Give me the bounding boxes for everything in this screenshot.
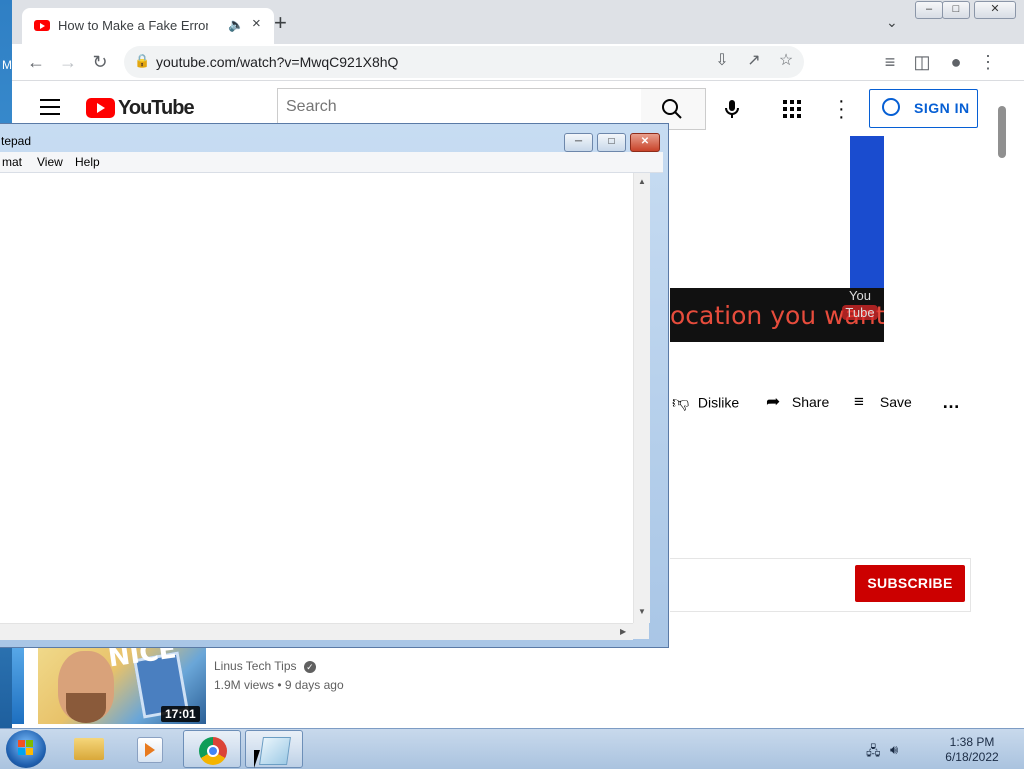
search-box[interactable] bbox=[277, 88, 643, 128]
save-label: Save bbox=[879, 394, 912, 410]
sign-in-button[interactable]: SIGN IN bbox=[869, 89, 978, 128]
star-icon[interactable]: ☆ bbox=[774, 50, 798, 70]
windows-flag-icon bbox=[18, 740, 34, 756]
youtube-watermark-icon: You Tube bbox=[842, 288, 878, 326]
hamburger-menu-icon[interactable] bbox=[40, 99, 60, 115]
chrome-icon bbox=[199, 737, 227, 765]
lock-icon[interactable]: 🔒 bbox=[134, 53, 150, 69]
upload-age: 9 days ago bbox=[284, 678, 344, 692]
menu-help[interactable]: Help bbox=[75, 155, 100, 169]
back-arrow-icon[interactable]: ← bbox=[24, 50, 48, 74]
verified-check-icon: ✓ bbox=[303, 661, 316, 673]
more-settings-icon[interactable]: · · · bbox=[838, 91, 845, 127]
network-icon[interactable]: 🖧︎ bbox=[866, 742, 881, 764]
share-page-icon[interactable]: ↗ bbox=[742, 50, 766, 70]
video-caption-bar: ocation you want You Tube bbox=[670, 288, 884, 342]
taskbar-explorer[interactable] bbox=[60, 730, 118, 768]
maximize-button[interactable]: □ bbox=[942, 1, 970, 19]
window-controls: – □ ✕ bbox=[915, 0, 1021, 19]
share-label: Share bbox=[791, 394, 830, 410]
video-player[interactable]: ocation you want You Tube bbox=[670, 136, 884, 342]
view-count: 1.9M views bbox=[214, 678, 275, 692]
save-button[interactable]: ≡ Save bbox=[854, 392, 912, 416]
tab-close-icon[interactable]: × bbox=[252, 15, 261, 32]
start-button[interactable] bbox=[6, 730, 46, 768]
account-icon bbox=[882, 98, 900, 116]
chrome-menu-icon[interactable]: ⋮ bbox=[976, 50, 1000, 74]
subscribe-button[interactable]: SUBSCRIBE bbox=[855, 565, 965, 602]
watermark-top: You bbox=[849, 288, 871, 303]
tab-strip: How to Make a Fake Error M 🔈 × + ⌄ – □ ✕ bbox=[12, 0, 1024, 44]
share-button[interactable]: ➦ Share bbox=[766, 392, 829, 416]
share-arrow-icon: ➦ bbox=[766, 392, 781, 411]
system-clock[interactable]: 1:38 PM 6/18/2022 bbox=[936, 735, 1008, 765]
install-icon[interactable]: ⇩ bbox=[710, 50, 734, 70]
tab-title: How to Make a Fake Error M bbox=[58, 18, 208, 33]
page-scrollbar-thumb[interactable] bbox=[998, 106, 1006, 158]
taskbar-chrome[interactable] bbox=[183, 730, 241, 768]
video-frame-light bbox=[670, 136, 850, 288]
playlist-add-icon: ≡ bbox=[854, 392, 864, 411]
sign-in-label: SIGN IN bbox=[914, 100, 970, 116]
youtube-logo-text: YouTube bbox=[118, 97, 195, 119]
new-tab-button[interactable]: + bbox=[274, 12, 287, 34]
meta-separator: • bbox=[277, 678, 285, 692]
reload-icon[interactable]: ↻ bbox=[88, 50, 112, 74]
left-thumb-strip bbox=[12, 647, 24, 724]
close-button[interactable]: ✕ bbox=[974, 1, 1016, 19]
forward-arrow-icon[interactable]: → bbox=[56, 50, 80, 74]
recommended-channel[interactable]: Linus Tech Tips ✓ bbox=[214, 659, 316, 673]
resize-grip-icon[interactable] bbox=[633, 623, 649, 639]
clock-date: 6/18/2022 bbox=[945, 750, 999, 764]
menu-view[interactable]: View bbox=[37, 155, 63, 169]
dislike-label: Dislike bbox=[697, 394, 740, 411]
browser-toolbar: ← → ↻ 🔒 youtube.com/watch?v=MwqC921X8hQ … bbox=[12, 44, 1024, 81]
profile-avatar-icon[interactable]: ● bbox=[944, 50, 968, 74]
youtube-favicon-icon bbox=[34, 20, 50, 31]
media-player-icon bbox=[137, 737, 163, 763]
notepad-menubar: mat View Help bbox=[0, 152, 663, 173]
microphone-icon[interactable] bbox=[720, 97, 744, 121]
taskbar-media-player[interactable] bbox=[120, 730, 178, 768]
apps-grid-icon[interactable] bbox=[782, 99, 802, 119]
notepad-title: tepad bbox=[1, 134, 32, 148]
notepad-vertical-scrollbar[interactable]: ▲ ▼ bbox=[633, 173, 650, 623]
taskbar: 🖧︎ 🔊︎ 1:38 PM 6/18/2022 bbox=[0, 728, 1024, 769]
notepad-text-area[interactable] bbox=[0, 173, 648, 623]
speaker-icon[interactable]: 🔈 bbox=[228, 17, 244, 33]
video-duration-badge: 17:01 bbox=[161, 706, 200, 722]
channel-name[interactable]: Linus Tech Tips bbox=[214, 659, 297, 673]
search-input[interactable] bbox=[278, 89, 634, 125]
notepad-horizontal-scrollbar[interactable]: ▶ bbox=[0, 623, 633, 640]
thumbs-down-icon: 👎︎ bbox=[672, 393, 690, 412]
scroll-right-icon[interactable]: ▶ bbox=[620, 627, 626, 636]
tab-search-chevron-icon[interactable]: ⌄ bbox=[886, 14, 898, 31]
side-panel-icon[interactable]: ◫ bbox=[910, 50, 934, 74]
scroll-down-icon[interactable]: ▼ bbox=[638, 607, 646, 616]
minimize-button[interactable]: – bbox=[915, 1, 943, 19]
desktop-partial-label: M bbox=[2, 58, 12, 72]
recommended-meta: 1.9M views • 9 days ago bbox=[214, 678, 344, 692]
notepad-close-button[interactable]: ✕ bbox=[630, 133, 660, 152]
youtube-logo[interactable]: YouTube bbox=[86, 97, 195, 119]
media-queue-icon[interactable]: ≡ bbox=[878, 50, 902, 74]
watermark-bottom: Tube bbox=[842, 305, 878, 320]
youtube-play-icon bbox=[86, 98, 115, 118]
volume-icon[interactable]: 🔊︎ bbox=[890, 742, 898, 758]
video-frame-blue bbox=[850, 136, 884, 288]
menu-format[interactable]: mat bbox=[2, 155, 22, 169]
clock-time: 1:38 PM bbox=[949, 735, 995, 749]
notepad-minimize-button[interactable]: ─ bbox=[564, 133, 593, 152]
notepad-maximize-button[interactable]: □ bbox=[597, 133, 626, 152]
thumb-beard bbox=[66, 693, 106, 723]
scroll-up-icon[interactable]: ▲ bbox=[638, 177, 646, 186]
folder-icon bbox=[74, 738, 104, 760]
mouse-cursor-icon bbox=[254, 750, 266, 768]
address-url[interactable]: youtube.com/watch?v=MwqC921X8hQ bbox=[156, 54, 398, 70]
address-bar[interactable]: 🔒 youtube.com/watch?v=MwqC921X8hQ ☆ ↗ ⇩ bbox=[124, 46, 804, 78]
browser-tab[interactable]: How to Make a Fake Error M 🔈 × bbox=[22, 8, 274, 44]
notepad-window[interactable]: tepad ─ □ ✕ mat View Help ▲ ▼ ▶ bbox=[0, 123, 669, 648]
dislike-button[interactable]: 👎︎ Dislike bbox=[672, 392, 739, 416]
more-actions-icon[interactable]: … bbox=[942, 392, 960, 416]
